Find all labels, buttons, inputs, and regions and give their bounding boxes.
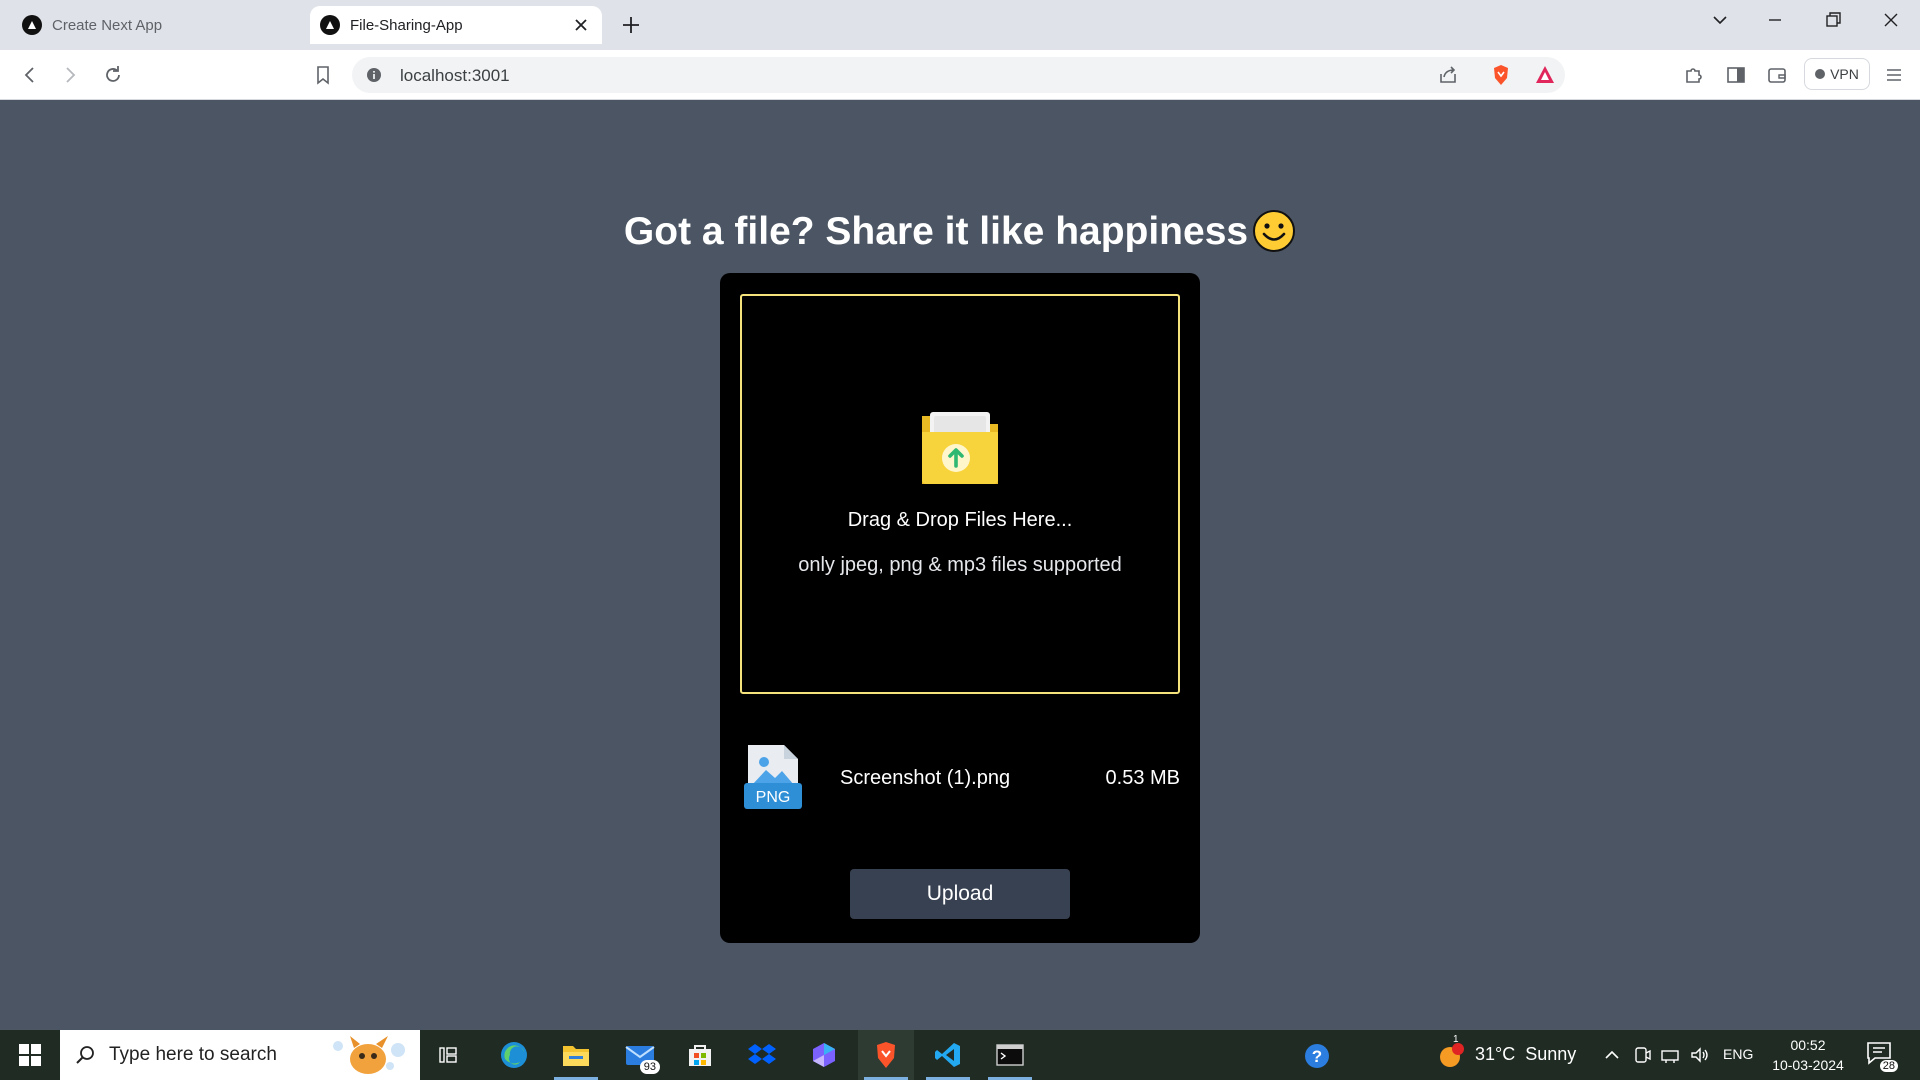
reload-icon[interactable] xyxy=(101,63,125,87)
page-headline: Got a file? Share it like happiness xyxy=(0,209,1920,254)
network-icon[interactable] xyxy=(1660,1045,1680,1065)
png-file-icon: PNG xyxy=(744,745,802,809)
vpn-label: VPN xyxy=(1830,66,1859,82)
tab-title: Create Next App xyxy=(52,16,163,34)
taskbar-app-edge[interactable] xyxy=(486,1030,542,1080)
file-size: 0.53 MB xyxy=(1105,767,1180,789)
taskbar-app-terminal[interactable] xyxy=(982,1030,1038,1080)
taskbar-app-mail[interactable]: 93 xyxy=(612,1030,668,1080)
address-bar[interactable]: localhost:3001 xyxy=(352,57,1565,93)
show-hidden-icons-chevron-icon[interactable] xyxy=(1602,1045,1622,1065)
windows-logo-icon xyxy=(19,1044,41,1066)
task-view-icon xyxy=(439,1047,457,1063)
notification-count: 28 xyxy=(1879,1060,1898,1072)
meet-now-icon[interactable] xyxy=(1632,1045,1652,1065)
taskbar-app-store[interactable] xyxy=(672,1030,728,1080)
taskbar-search-box[interactable]: Type here to search xyxy=(60,1030,420,1080)
volume-icon[interactable] xyxy=(1689,1045,1709,1065)
browser-tab-bar: Create Next App File-Sharing-App xyxy=(0,0,1920,50)
dropzone-subtitle: only jpeg, png & mp3 files supported xyxy=(798,554,1122,576)
weather-text[interactable]: 31°C Sunny xyxy=(1475,1044,1576,1065)
search-placeholder: Type here to search xyxy=(109,1044,277,1065)
folder-upload-icon xyxy=(922,412,998,484)
sidebar-icon[interactable] xyxy=(1724,63,1748,87)
clock-date: 10-03-2024 xyxy=(1772,1057,1844,1073)
svg-text:?: ? xyxy=(1312,1047,1322,1066)
minimize-icon[interactable] xyxy=(1763,8,1787,32)
upload-button[interactable]: Upload xyxy=(850,869,1070,919)
new-tab-icon[interactable] xyxy=(620,14,642,36)
terminal-icon xyxy=(996,1044,1024,1066)
browser-toolbar: localhost:3001 VPN xyxy=(0,50,1920,100)
smiley-emoji-icon xyxy=(1253,210,1296,252)
windows-taskbar: Type here to search 93 ? 1 31°C Sunny EN… xyxy=(0,1030,1920,1080)
vpn-status-icon xyxy=(1815,69,1826,79)
file-type-label: PNG xyxy=(756,789,791,806)
file-name: Screenshot (1).png xyxy=(840,767,1011,789)
selected-file-row: PNG Screenshot (1).png 0.53 MB xyxy=(744,745,1180,811)
taskbar-app-vscode[interactable] xyxy=(920,1030,976,1080)
nextjs-favicon-icon xyxy=(320,15,340,35)
taskbar-app-brave[interactable] xyxy=(858,1030,914,1080)
file-dropzone[interactable]: Drag & Drop Files Here... only jpeg, png… xyxy=(740,294,1180,694)
close-window-icon[interactable] xyxy=(1879,8,1903,32)
edge-browser-icon xyxy=(501,1042,527,1068)
tab-create-next-app[interactable]: Create Next App xyxy=(22,6,302,44)
notification-center-button[interactable]: 28 xyxy=(1866,1041,1898,1072)
tab-title: File-Sharing-App xyxy=(350,16,463,34)
brave-rewards-icon[interactable] xyxy=(1533,63,1557,87)
app-hexagon-icon xyxy=(813,1043,835,1067)
vpn-button[interactable]: VPN xyxy=(1804,58,1870,90)
headline-text: Got a file? Share it like happiness xyxy=(623,210,1249,253)
help-icon[interactable]: ? xyxy=(1304,1043,1330,1069)
page-content: Got a file? Share it like happiness Drag… xyxy=(0,101,1920,1030)
wallet-icon[interactable] xyxy=(1765,63,1789,87)
close-tab-icon[interactable] xyxy=(572,16,590,34)
url-text[interactable]: localhost:3001 xyxy=(400,66,510,86)
forward-icon[interactable] xyxy=(58,63,82,87)
weather-sun-icon[interactable] xyxy=(1438,1043,1464,1069)
input-language[interactable]: ENG xyxy=(1723,1046,1753,1062)
clock-time: 00:52 xyxy=(1790,1037,1826,1053)
weather-alert-badge: 1 xyxy=(1453,1034,1459,1045)
extensions-icon[interactable] xyxy=(1682,63,1706,87)
share-icon[interactable] xyxy=(1436,63,1460,87)
menu-icon[interactable] xyxy=(1882,63,1906,87)
bookmark-icon[interactable] xyxy=(311,63,335,87)
mail-unread-badge: 93 xyxy=(639,1060,660,1074)
microsoft-store-icon xyxy=(689,1045,711,1066)
system-clock[interactable]: 00:52 10-03-2024 xyxy=(1766,1035,1850,1075)
brave-shields-icon[interactable] xyxy=(1489,63,1513,87)
taskbar-app-file-explorer[interactable] xyxy=(548,1030,604,1080)
site-info-icon[interactable] xyxy=(366,67,382,83)
restore-icon[interactable] xyxy=(1821,8,1845,32)
vscode-icon xyxy=(935,1043,960,1067)
search-icon xyxy=(76,1046,94,1064)
tab-search-chevron-icon[interactable] xyxy=(1708,8,1732,32)
search-highlight-mascot-icon xyxy=(333,1036,405,1074)
taskbar-app-copilot[interactable] xyxy=(796,1030,852,1080)
back-icon[interactable] xyxy=(18,63,42,87)
taskbar-app-dropbox[interactable] xyxy=(734,1030,790,1080)
task-view-button[interactable] xyxy=(420,1030,476,1080)
tab-file-sharing-app[interactable]: File-Sharing-App xyxy=(310,6,602,44)
file-explorer-icon xyxy=(563,1046,589,1066)
brave-browser-icon xyxy=(877,1042,895,1068)
upload-card: Drag & Drop Files Here... only jpeg, png… xyxy=(720,273,1200,943)
nextjs-favicon-icon xyxy=(22,15,42,35)
start-button[interactable] xyxy=(0,1030,60,1080)
dropbox-icon xyxy=(748,1044,776,1064)
dropzone-title: Drag & Drop Files Here... xyxy=(847,509,1073,531)
